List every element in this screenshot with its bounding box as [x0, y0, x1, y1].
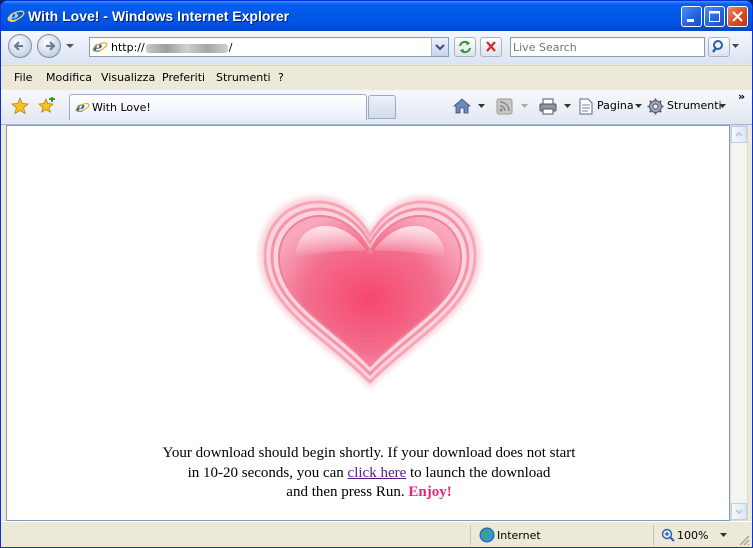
window-title: With Love! - Windows Internet Explorer — [28, 8, 290, 24]
minimize-button[interactable] — [681, 6, 702, 27]
print-dropdown-icon[interactable] — [564, 104, 571, 108]
tools-dropdown-icon[interactable] — [719, 104, 726, 108]
close-button[interactable] — [727, 6, 748, 27]
feeds-dropdown-icon[interactable] — [521, 104, 528, 108]
stop-button[interactable] — [480, 37, 502, 57]
ie-logo-icon: e — [7, 7, 25, 27]
scroll-up-button[interactable] — [731, 126, 747, 143]
browser-window: e With Love! - Windows Internet Explorer… — [0, 0, 753, 548]
chevron-up-icon — [735, 131, 743, 137]
message-line-3-start: and then press Run. — [286, 484, 409, 500]
tab-label: With Love! — [92, 101, 151, 114]
vertical-scrollbar[interactable] — [730, 125, 748, 521]
resize-grip-icon[interactable] — [738, 534, 750, 546]
page-icon: e — [75, 100, 90, 115]
address-dropdown-button[interactable] — [431, 38, 448, 56]
redacted-host — [145, 43, 228, 53]
title-bar: e With Love! - Windows Internet Explorer — [1, 1, 752, 31]
tab-with-love[interactable]: e With Love! — [69, 94, 367, 120]
search-icon — [712, 40, 723, 53]
message-line-3: and then press Run. Enjoy! — [7, 483, 729, 503]
heart-icon — [259, 196, 481, 388]
status-divider — [653, 525, 654, 545]
history-dropdown-icon[interactable] — [66, 44, 74, 49]
address-bar[interactable]: e http:// / — [89, 37, 449, 57]
search-options-dropdown-icon[interactable] — [732, 44, 739, 49]
zoom-dropdown-icon[interactable] — [720, 533, 727, 537]
search-input[interactable] — [513, 39, 698, 55]
search-box[interactable] — [510, 37, 705, 57]
click-here-link[interactable]: click here — [348, 465, 407, 481]
chevron-down-icon — [435, 44, 445, 51]
print-icon[interactable] — [539, 98, 557, 115]
menu-bar: File Modifica Visualizza Preferiti Strum… — [1, 65, 752, 91]
address-url[interactable]: http:// / — [111, 41, 232, 54]
feeds-icon[interactable] — [496, 98, 513, 115]
status-bar: Internet 100% — [1, 521, 752, 547]
stop-icon — [486, 41, 496, 52]
gear-icon[interactable] — [647, 98, 664, 115]
address-prefix: http:// — [111, 41, 145, 54]
chevron-down-icon — [735, 509, 743, 515]
menu-visualizza[interactable]: Visualizza — [101, 71, 155, 84]
internet-zone-globe-icon — [479, 527, 495, 543]
menu-modifica[interactable]: Modifica — [46, 71, 92, 84]
refresh-icon — [459, 40, 471, 54]
back-button[interactable] — [8, 34, 32, 58]
message-line-2: in 10-20 seconds, you can click here to … — [7, 464, 729, 484]
message-line-2-start: in 10-20 seconds, you can — [187, 464, 348, 481]
tab-toolbar: e With Love! Pagina Strumenti » — [1, 90, 752, 125]
enjoy-text: Enjoy! — [408, 484, 452, 500]
message-line-2-end: to launch the download — [406, 464, 551, 481]
menu-file[interactable]: File — [14, 71, 32, 84]
tools-menu-label[interactable]: Strumenti — [667, 99, 722, 112]
address-toolbar: e http:// / — [1, 31, 752, 64]
download-message: Your download should begin shortly. If y… — [7, 444, 729, 503]
page-icon: e — [92, 39, 108, 55]
home-dropdown-icon[interactable] — [478, 104, 485, 108]
menu-help[interactable]: ? — [278, 71, 284, 84]
page-menu-label[interactable]: Pagina — [597, 99, 634, 112]
menu-preferiti[interactable]: Preferiti — [162, 71, 205, 84]
add-favorite-icon[interactable] — [38, 97, 56, 115]
security-zone-label: Internet — [497, 529, 541, 542]
scroll-down-button[interactable] — [731, 503, 747, 520]
home-icon[interactable] — [453, 98, 471, 115]
page-content: Your download should begin shortly. If y… — [6, 125, 730, 521]
status-divider — [470, 525, 471, 545]
zoom-level[interactable]: 100% — [677, 529, 708, 542]
menu-strumenti[interactable]: Strumenti — [216, 71, 271, 84]
message-line-1: Your download should begin shortly. If y… — [162, 445, 576, 461]
search-button[interactable] — [708, 37, 730, 57]
page-menu-icon[interactable] — [578, 98, 594, 115]
address-suffix: / — [228, 41, 233, 54]
maximize-button[interactable] — [704, 6, 725, 27]
new-tab-button[interactable] — [368, 95, 396, 119]
heart-image — [255, 192, 485, 392]
forward-button[interactable] — [37, 34, 61, 58]
toolbar-overflow-chevron[interactable]: » — [738, 90, 745, 103]
favorites-star-icon[interactable] — [11, 97, 29, 115]
zoom-icon[interactable] — [661, 528, 675, 542]
page-dropdown-icon[interactable] — [635, 104, 642, 108]
refresh-button[interactable] — [454, 37, 476, 57]
